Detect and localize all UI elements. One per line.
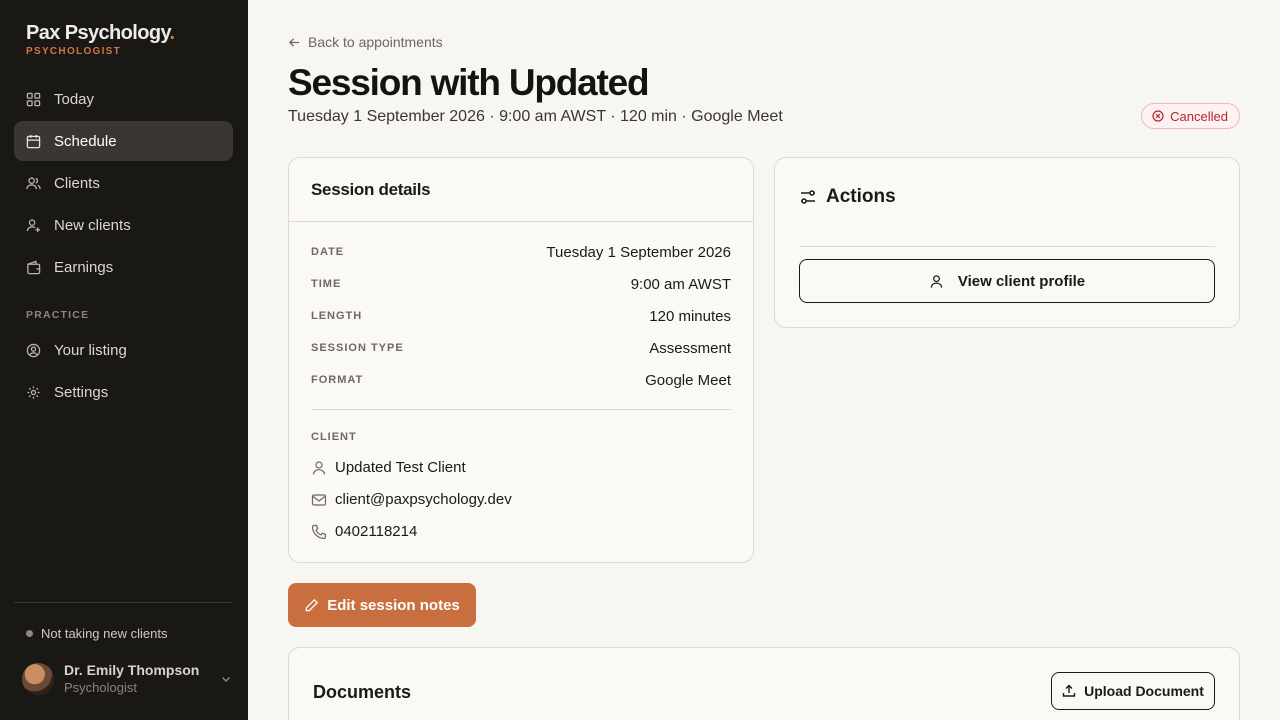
user-icon (930, 274, 943, 288)
sidebar-item-label: Your listing (54, 341, 127, 359)
practice-nav: Your listing Settings (14, 330, 233, 414)
detail-label: TIME (311, 278, 342, 290)
status-badge: Cancelled (1141, 103, 1240, 129)
calendar-icon (26, 134, 41, 148)
sidebar-item-label: Earnings (54, 258, 114, 276)
session-summary: Tuesday 1 September 2026 · 9:00 am AWST … (288, 108, 783, 125)
client-section-label: CLIENT (311, 431, 357, 443)
status-dot (26, 630, 33, 637)
users-icon (26, 176, 41, 189)
gear-icon (27, 385, 40, 399)
detail-row-time: TIME 9:00 am AWST (311, 274, 731, 294)
view-client-profile-button[interactable]: View client profile (799, 259, 1215, 303)
sidebar-item-earnings[interactable]: Earnings (14, 247, 233, 287)
edit-session-notes-button[interactable]: Edit session notes (288, 583, 476, 627)
page-title: Session with Updated (288, 62, 650, 103)
main-nav: Today Schedule Clients New clients Earni… (14, 79, 233, 289)
actions-title: Actions (799, 186, 896, 208)
user-plus-icon (26, 218, 41, 232)
client-name: Updated Test Client (335, 459, 466, 476)
detail-value: Google Meet (645, 371, 731, 389)
status-label: Cancelled (1170, 108, 1228, 124)
sidebar-divider (14, 602, 233, 603)
brand-role: PSYCHOLOGIST (26, 46, 122, 57)
actions-title-label: Actions (826, 186, 896, 207)
brand-name: Pax Psychology. (26, 22, 175, 44)
detail-value: Tuesday 1 September 2026 (546, 243, 731, 261)
wallet-icon (27, 259, 41, 274)
pencil-icon (305, 598, 319, 611)
documents-title: Documents (313, 682, 412, 702)
sidebar: Pax Psychology. PSYCHOLOGIST Today Sched… (0, 0, 248, 720)
sidebar-item-label: Today (54, 90, 95, 108)
detail-label: DATE (311, 246, 345, 258)
upload-icon (1062, 684, 1076, 697)
user-name: Dr. Emily Thompson (64, 662, 200, 678)
client-phone[interactable]: 0402118214 (335, 523, 417, 540)
availability-status: Not taking new clients (26, 626, 167, 641)
nav-section-practice: PRACTICE (26, 309, 90, 321)
sidebar-item-clients[interactable]: Clients (14, 163, 233, 203)
availability-label: Not taking new clients (41, 626, 168, 641)
detail-label: SESSION TYPE (311, 342, 404, 354)
user-circle-icon (26, 343, 41, 357)
user-menu[interactable]: Dr. Emily Thompson Psychologist (22, 662, 232, 695)
detail-label: LENGTH (311, 310, 363, 322)
mail-icon (311, 493, 327, 506)
session-details-card: Session details DATE Tuesday 1 September… (288, 157, 754, 563)
actions-card: Actions View client profile (774, 157, 1240, 328)
user-icon (312, 460, 326, 475)
client-phone-row: 0402118214 (311, 523, 417, 540)
sidebar-item-label: Settings (54, 383, 109, 401)
session-details-title: Session details (289, 158, 753, 222)
chevron-down-icon (222, 676, 230, 682)
client-email-row: client@paxpsychology.dev (311, 491, 512, 508)
grid-icon (26, 92, 41, 106)
back-to-appointments-link[interactable]: Back to appointments (288, 34, 443, 50)
upload-document-button[interactable]: Upload Document (1051, 672, 1215, 710)
sidebar-item-new-clients[interactable]: New clients (14, 205, 233, 245)
back-label: Back to appointments (308, 34, 443, 50)
detail-label: FORMAT (311, 374, 364, 386)
detail-value: 9:00 am AWST (630, 275, 731, 293)
brand-logo[interactable]: Pax Psychology. PSYCHOLOGIST (26, 21, 175, 57)
avatar (22, 662, 54, 695)
phone-icon (311, 524, 326, 539)
actions-divider (799, 246, 1215, 247)
client-name-row: Updated Test Client (311, 459, 466, 476)
details-divider (311, 409, 731, 410)
view-client-profile-label: View client profile (957, 272, 1086, 290)
documents-card: Documents Upload Document (288, 647, 1240, 720)
detail-row-length: LENGTH 120 minutes (311, 306, 731, 326)
client-email[interactable]: client@paxpsychology.dev (335, 491, 512, 508)
sidebar-item-schedule[interactable]: Schedule (14, 121, 233, 161)
upload-document-label: Upload Document (1084, 683, 1204, 699)
detail-row-session-type: SESSION TYPE Assessment (311, 338, 731, 358)
detail-row-format: FORMAT Google Meet (311, 370, 731, 390)
detail-value: 120 minutes (649, 307, 731, 325)
x-circle-icon (1152, 110, 1164, 122)
sidebar-item-settings[interactable]: Settings (14, 372, 233, 412)
edit-session-notes-label: Edit session notes (327, 596, 460, 614)
sidebar-item-label: Schedule (54, 132, 117, 150)
user-role: Psychologist (64, 680, 137, 695)
detail-row-date: DATE Tuesday 1 September 2026 (311, 242, 731, 262)
arrow-left-icon (288, 37, 300, 47)
sidebar-item-label: New clients (54, 216, 131, 234)
sidebar-item-label: Clients (54, 174, 100, 192)
sidebar-item-today[interactable]: Today (14, 79, 233, 119)
sidebar-item-your-listing[interactable]: Your listing (14, 330, 233, 370)
sliders-icon (801, 190, 815, 204)
detail-value: Assessment (649, 339, 731, 357)
